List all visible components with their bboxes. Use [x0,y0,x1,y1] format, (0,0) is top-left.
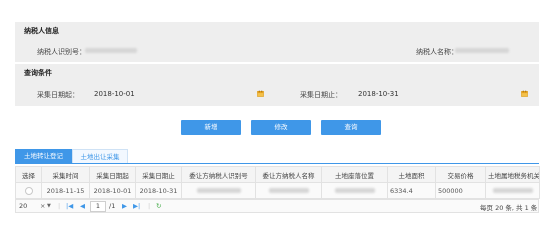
taxpayer-id-label: 纳税人识别号： [37,48,86,56]
column-header-land-area[interactable]: 土地面积 [387,166,436,183]
row-select-cell[interactable] [15,182,42,199]
next-page-icon[interactable]: ▶ [122,202,127,210]
column-header-start-date[interactable]: 采集日期起 [89,166,136,183]
end-date-cell: 2018-10-31 [135,182,182,199]
collect-time-cell: 2018-11-15 [41,182,90,199]
add-button[interactable]: 新增 [181,120,241,135]
column-header-tax-authority[interactable]: 土地属地税务机关 [485,166,540,183]
refresh-icon[interactable]: ↻ [156,202,161,210]
taxpayer-id-value [85,48,137,53]
transferor-id-cell [181,182,256,199]
start-date-label: 采集日期起： [37,91,79,99]
start-date-cell: 2018-10-01 [89,182,136,199]
column-header-select[interactable]: 选择 [15,166,42,183]
results-table: 选择 采集时间 采集日期起 采集日期止 委让方纳税人识别号 委让方纳税人名称 土… [15,166,540,199]
taxpayer-name-label: 纳税人名称： [416,48,458,56]
row-select-radio[interactable] [24,186,33,195]
page-size-select[interactable]: 20 [19,202,27,210]
prev-page-icon[interactable]: ◀ [80,202,85,210]
transaction-price-cell: 500000 [435,182,486,199]
page-total-text: /1 [109,202,116,210]
column-header-land-location[interactable]: 土地座落位置 [321,166,388,183]
last-page-icon[interactable]: ▶| [133,202,140,210]
column-header-collect-time[interactable]: 采集时间 [41,166,90,183]
table-row[interactable]: 2018-11-15 2018-10-01 2018-10-31 6334.4 … [15,182,540,199]
separator: | [148,202,151,210]
first-page-icon[interactable]: |◀ [66,202,73,210]
column-header-transaction-price[interactable]: 交易价格 [435,166,486,183]
chevron-down-icon[interactable]: ▼ [47,203,51,209]
column-header-transferor-id[interactable]: 委让方纳税人识别号 [181,166,256,183]
page-number-input[interactable]: 1 [90,201,106,212]
edit-button[interactable]: 修改 [251,120,311,135]
column-header-transferor-name[interactable]: 委让方纳税人名称 [255,166,322,183]
start-date-input[interactable]: 2018-10-01 [94,90,135,98]
pagination-bar: 20 × ▼ | |◀ ◀ 1 /1 ▶ ▶| | ↻ 每页 20 条, 共 1… [15,199,539,213]
separator: | [58,202,61,210]
query-conditions-section: 查询条件 采集日期起： 2018-10-01 采集日期止： 2018-10-31 [15,64,539,106]
land-location-cell [321,182,388,199]
taxpayer-info-title: 纳税人信息 [24,27,59,35]
end-date-label: 采集日期止： [300,91,342,99]
query-conditions-title: 查询条件 [24,69,52,77]
pager-summary: 每页 20 条, 共 1 条 [480,204,538,212]
page-size-dropdown-icon[interactable]: × [40,202,45,210]
taxpayer-info-section: 纳税人信息 纳税人识别号： 纳税人名称： [15,22,539,62]
query-button[interactable]: 查询 [321,120,381,135]
end-date-input[interactable]: 2018-10-31 [358,90,399,98]
calendar-icon[interactable] [257,90,264,97]
column-header-end-date[interactable]: 采集日期止 [135,166,182,183]
tab-land-transfer-registration[interactable]: 土地转让登记 [15,149,72,163]
taxpayer-name-value [455,48,509,53]
calendar-icon[interactable] [521,90,528,97]
table-header-row: 选择 采集时间 采集日期起 采集日期止 委让方纳税人识别号 委让方纳税人名称 土… [15,166,540,183]
tab-underline [15,163,539,164]
transferor-name-cell [255,182,322,199]
tab-land-grant-collection[interactable]: 土地出让采集 [72,149,128,163]
land-area-cell: 6334.4 [387,182,436,199]
tax-authority-cell [485,182,540,199]
